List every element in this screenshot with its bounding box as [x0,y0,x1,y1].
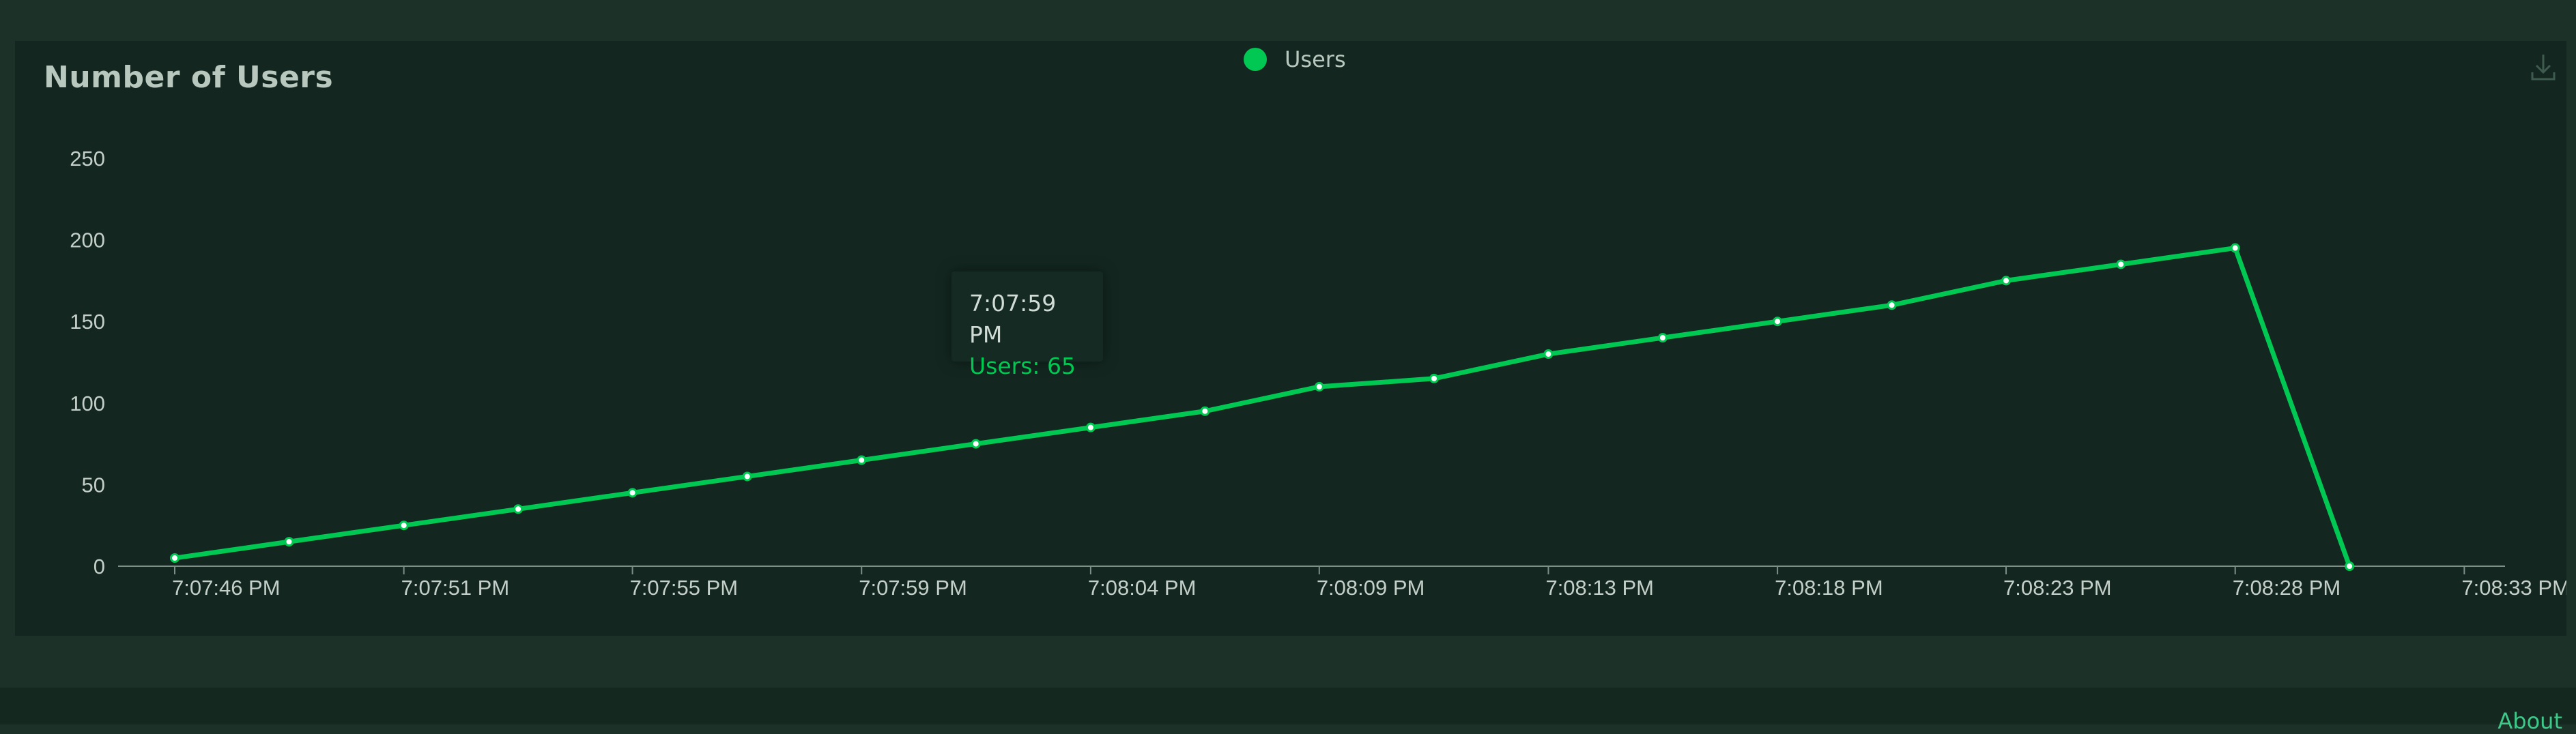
footer-bar: About [0,688,2576,734]
legend-label: Users [1285,46,1346,72]
x-tick-label: 7:08:28 PM [2233,576,2341,600]
data-point [1200,406,1210,416]
data-tooltip: 7:07:59 PM Users: 65 [951,271,1103,379]
x-tick-label: 7:08:33 PM [2461,576,2566,600]
y-tick-label: 200 [70,229,105,252]
data-point [1657,333,1668,343]
data-point [857,455,867,465]
y-tick-label: 250 [70,147,105,171]
data-point [2116,259,2126,269]
legend-marker [1244,48,1267,71]
data-point [2001,276,2012,286]
data-point [742,471,752,482]
data-point [1773,317,1783,327]
x-tick-label: 7:07:59 PM [859,576,967,600]
data-point [627,488,638,498]
legend-item-users[interactable]: Users [1244,46,1346,72]
x-tick-label: 7:08:04 PM [1088,576,1197,600]
line-chart: 0 50 100 150 200 250 7:07:46 PM 7:07:51 PM 7:07:… [70,147,2566,600]
about-link[interactable]: About [2498,708,2562,734]
data-point [284,537,294,547]
data-point [2345,561,2355,571]
y-tick-label: 150 [70,310,105,334]
x-tick-label: 7:08:23 PM [2003,576,2112,600]
data-point [2230,243,2240,253]
x-tick-label: 7:07:55 PM [630,576,739,600]
x-tick-label: 7:08:18 PM [1775,576,1883,600]
data-point [170,553,180,563]
x-tick-label: 7:07:46 PM [172,576,281,600]
x-tick-label: 7:08:13 PM [1545,576,1654,600]
data-point [399,520,409,531]
data-point [513,504,524,514]
chart-panel: Number of Users 0 50 100 150 200 250 7:07:46 P… [15,41,2566,636]
data-point [1429,373,1439,383]
data-point [1887,300,1897,310]
download-icon[interactable] [2528,52,2558,83]
series-line-users [172,246,2352,569]
y-tick-label: 50 [82,473,105,497]
data-point [1543,349,1554,359]
y-tick-label: 0 [94,555,105,578]
data-point [1085,422,1096,432]
data-point [1314,381,1324,392]
data-point [971,439,981,449]
tooltip-time: 7:07:59 PM [969,290,1057,348]
x-tick-label: 7:08:09 PM [1317,576,1425,600]
y-tick-label: 100 [70,392,105,415]
tooltip-value: Users: 65 [969,353,1076,379]
x-tick-label: 7:07:51 PM [401,576,510,600]
